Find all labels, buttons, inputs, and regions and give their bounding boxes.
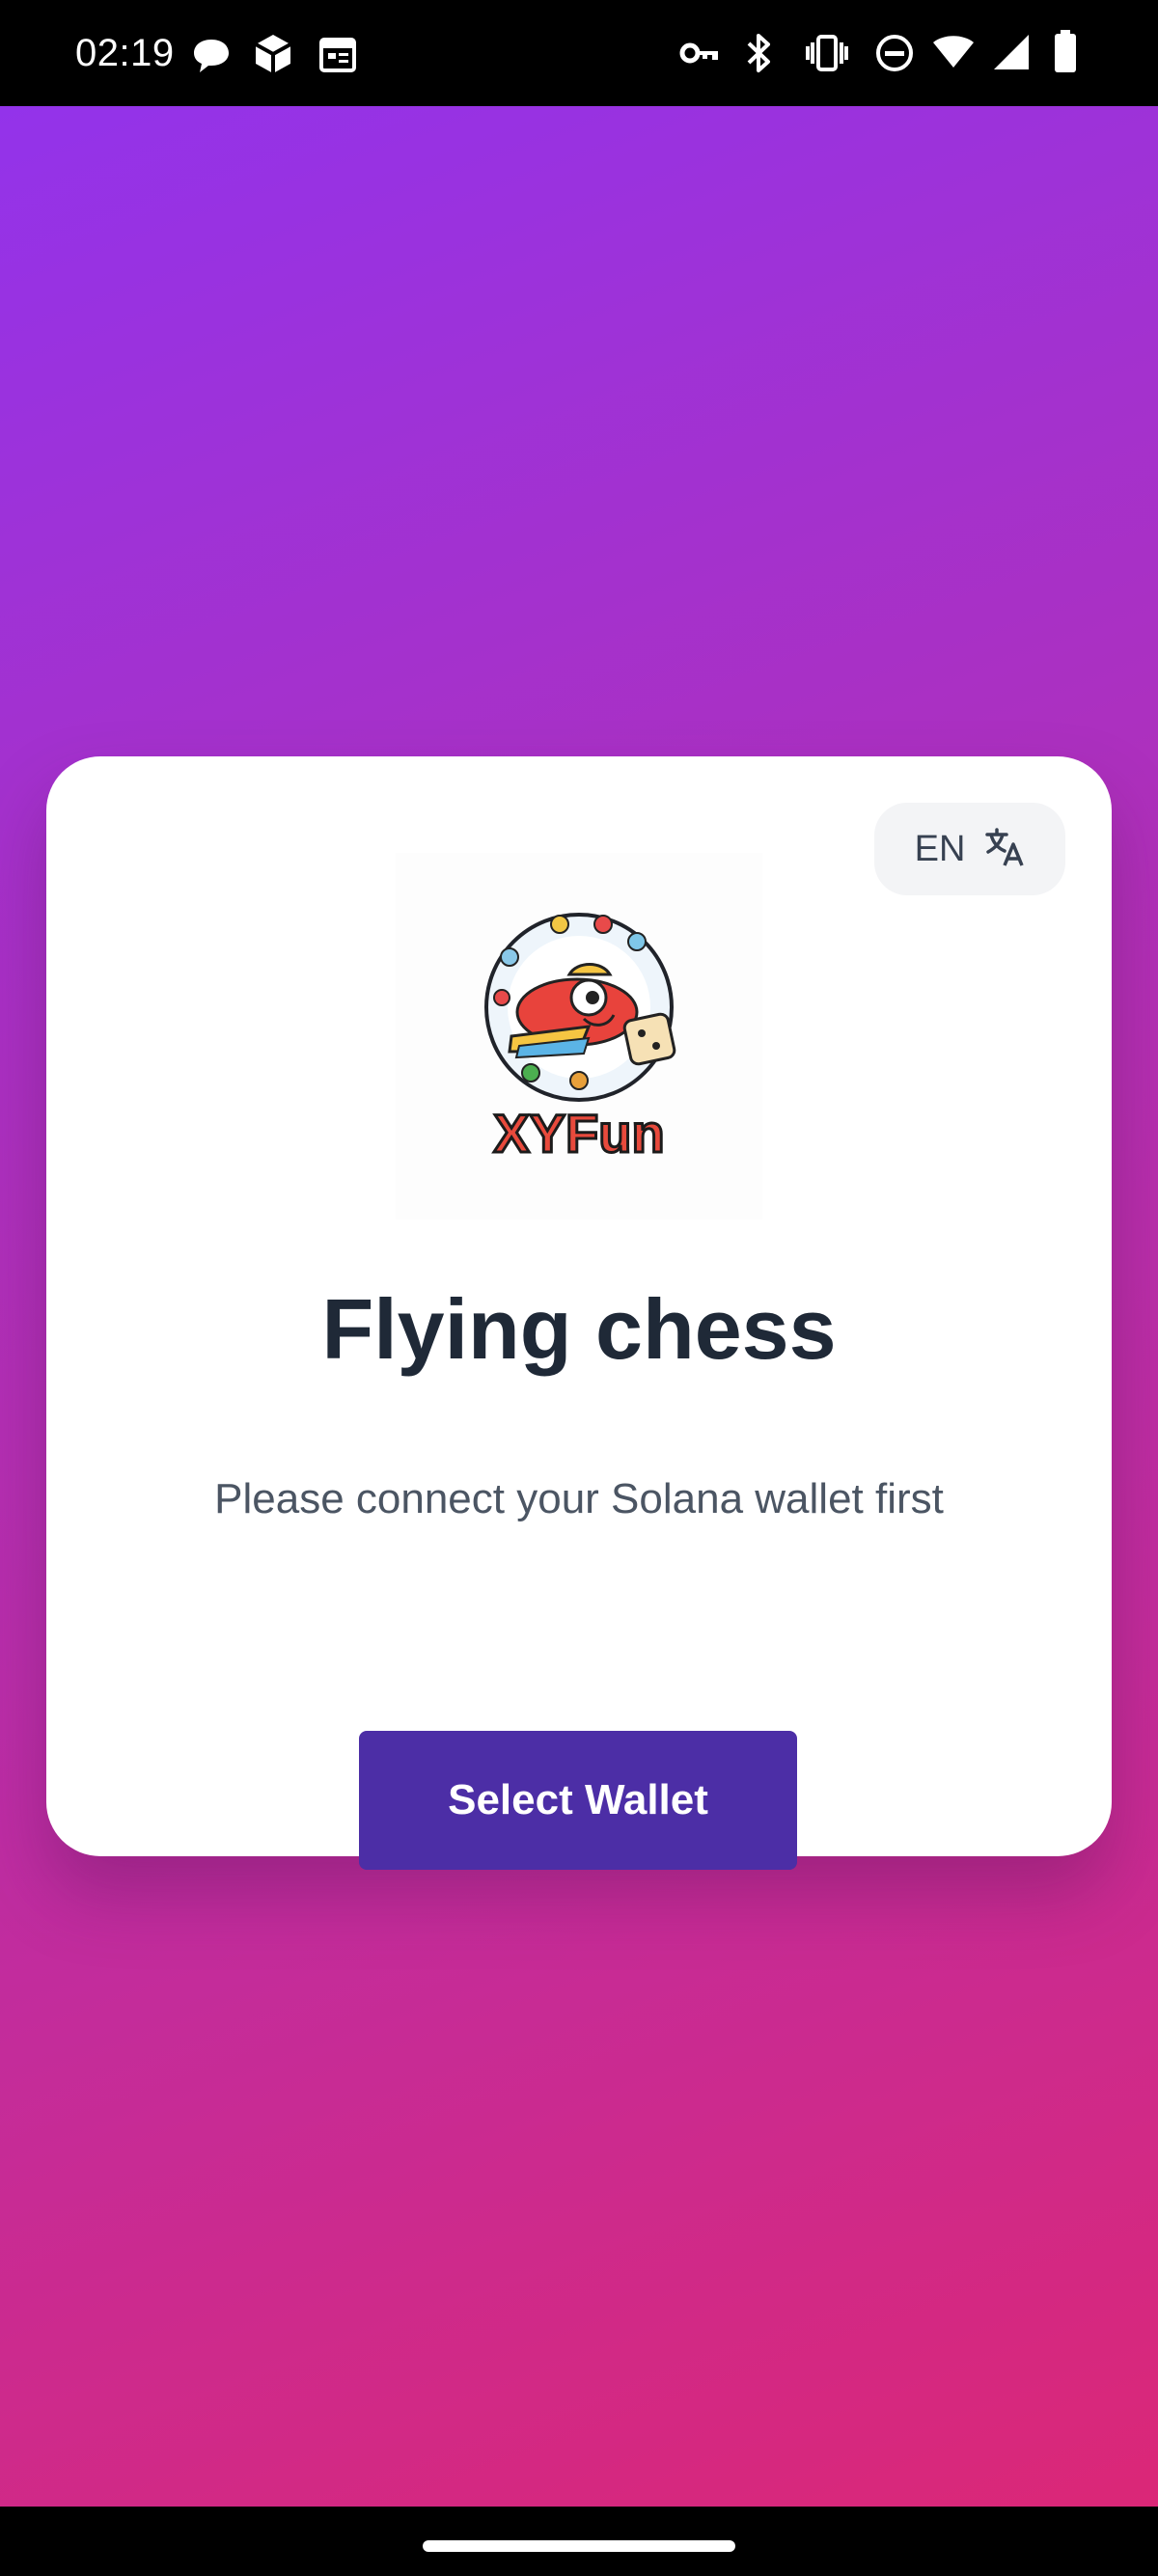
wifi-icon: [932, 35, 975, 69]
select-wallet-button[interactable]: Select Wallet: [359, 1731, 797, 1870]
chat-bubble-icon: [191, 37, 232, 75]
status-bar: 02:19: [0, 0, 1158, 106]
language-label: EN: [914, 828, 966, 869]
app-logo: XYFun: [396, 853, 762, 1219]
translate-icon: [984, 827, 1025, 871]
bluetooth-icon: [745, 32, 774, 74]
app-background: EN XYFun Flying chess Please connect you…: [0, 106, 1158, 2507]
home-indicator[interactable]: [423, 2540, 735, 2552]
battery-icon: [1054, 29, 1077, 73]
signal-icon: [992, 33, 1031, 71]
vibrate-icon: [805, 35, 849, 71]
status-time: 02:19: [75, 32, 175, 74]
navigation-bar: [0, 2507, 1158, 2576]
vpn-key-icon: [679, 41, 720, 66]
do-not-disturb-icon: [874, 33, 915, 73]
language-selector-button[interactable]: EN: [874, 803, 1065, 895]
connect-wallet-card: EN XYFun Flying chess Please connect you…: [46, 756, 1112, 1870]
logo-wordmark: XYFun: [493, 1103, 664, 1164]
page-title: Flying chess: [321, 1281, 837, 1377]
box-icon: [253, 33, 293, 75]
connect-wallet-message: Please connect your Solana wallet first: [214, 1475, 944, 1522]
xyfun-logo-image: XYFun: [484, 913, 676, 1165]
calendar-icon: [318, 35, 357, 73]
